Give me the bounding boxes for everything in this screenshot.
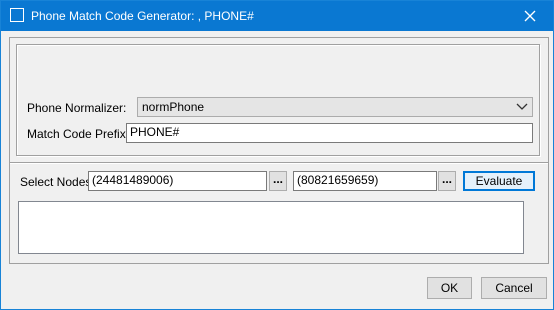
dialog-body: Phone Normalizer: normPhone Match Code P…	[1, 31, 553, 309]
section-divider	[10, 162, 548, 164]
evaluation-result-area[interactable]	[18, 201, 524, 254]
node-2-input[interactable]: (80821659659)	[293, 171, 437, 191]
close-button[interactable]	[507, 1, 553, 31]
close-icon	[524, 10, 536, 22]
title-bar[interactable]: Phone Match Code Generator: , PHONE#	[1, 1, 553, 31]
settings-panel: Phone Normalizer: normPhone Match Code P…	[9, 37, 549, 264]
node-1-input[interactable]: (24481489006)	[88, 171, 267, 191]
window-icon	[10, 8, 24, 22]
browse-node-2-button[interactable]: ...	[438, 171, 456, 191]
phone-normalizer-dropdown[interactable]: normPhone	[137, 97, 533, 117]
select-nodes-label: Select Nodes	[20, 175, 92, 189]
browse-node-1-button[interactable]: ...	[269, 171, 287, 191]
phone-normalizer-value: normPhone	[142, 100, 205, 114]
ok-button[interactable]: OK	[427, 277, 472, 299]
phone-normalizer-label: Phone Normalizer:	[27, 101, 127, 115]
cancel-button[interactable]: Cancel	[481, 277, 547, 299]
evaluate-button[interactable]: Evaluate	[463, 171, 535, 191]
dialog-window: Phone Match Code Generator: , PHONE# Pho…	[0, 0, 554, 310]
normalizer-group: Phone Normalizer: normPhone Match Code P…	[16, 44, 540, 156]
match-code-prefix-input[interactable]: PHONE#	[126, 123, 533, 143]
chevron-down-icon	[516, 103, 528, 110]
match-code-prefix-label: Match Code Prefix:	[27, 127, 130, 141]
window-title: Phone Match Code Generator: , PHONE#	[31, 9, 254, 23]
